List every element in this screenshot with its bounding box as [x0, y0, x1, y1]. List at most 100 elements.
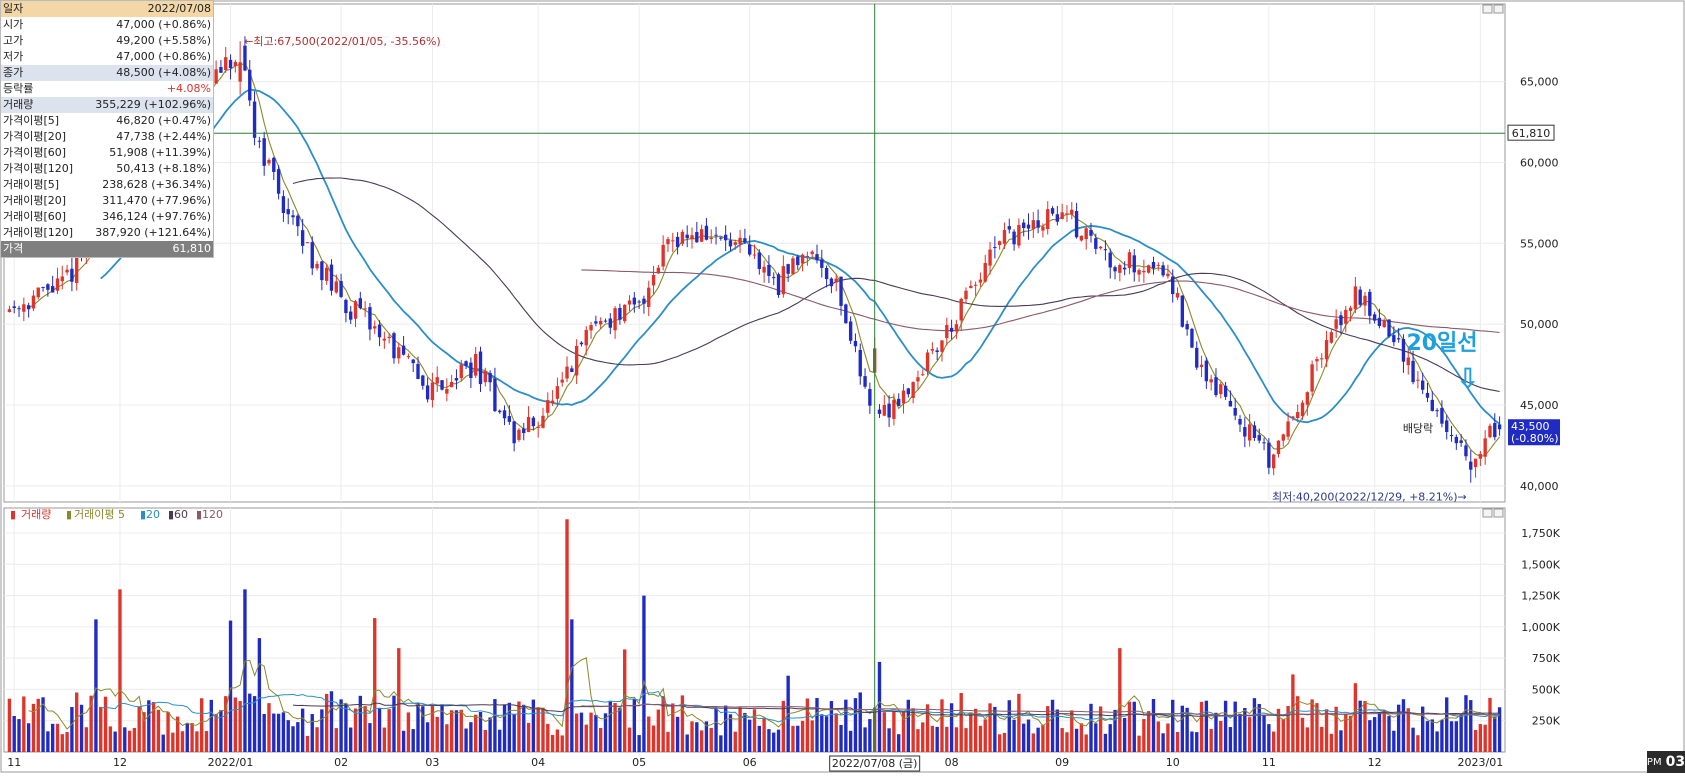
chart-svg[interactable]: 11 12 2022/01 02 03 04 05 06 08 09 10 11 12 2023/01 40…: [0, 0, 1685, 773]
candle-body: [291, 215, 295, 218]
volume-tick-label: 750K: [1532, 652, 1561, 665]
volume-bar: [1454, 721, 1459, 752]
volume-bar: [488, 717, 492, 752]
volume-bar: [892, 711, 896, 752]
volume-bar: [1142, 719, 1146, 752]
data-window-row: 가격이평[120] 50,413 (+8.18%): [1, 161, 213, 177]
candle-body: [474, 353, 478, 376]
data-window-row: 종가 48,500 (+4.08%): [1, 65, 213, 81]
volume-bar: [796, 725, 800, 752]
volume-bar: [123, 727, 127, 752]
volume-bar: [1041, 724, 1045, 752]
candle-body: [829, 278, 834, 287]
volume-bar: [22, 696, 26, 752]
volume-bar: [940, 699, 944, 752]
volume-bar: [204, 730, 209, 752]
volume-bar: [435, 716, 439, 752]
data-window-value: 48,500 (+4.08%): [116, 66, 211, 79]
candle-body: [1310, 364, 1314, 392]
pane-minimize-button: [1482, 508, 1493, 518]
candle-body: [1132, 255, 1136, 273]
data-window-value: +4.08%: [166, 82, 211, 95]
volume-bar: [911, 708, 915, 752]
volume-bar: [214, 713, 218, 752]
volume-bar: [1440, 719, 1444, 752]
volume-bar: [137, 706, 141, 752]
volume-bar: [1108, 724, 1112, 752]
candle-body: [305, 242, 310, 244]
volume-bar: [574, 713, 579, 752]
candle-body: [267, 159, 271, 164]
candle-body: [945, 325, 949, 339]
volume-bar: [305, 735, 310, 752]
data-window-label: 거래량: [3, 98, 34, 111]
candle-body: [296, 215, 300, 227]
candle-body: [60, 276, 64, 282]
volume-bar: [1348, 715, 1353, 752]
last-price-change: (-0.80%): [1511, 432, 1559, 445]
data-window-label: 저가: [3, 50, 24, 63]
candle-body: [70, 268, 74, 282]
candle-body: [844, 304, 848, 324]
candle-body: [1257, 435, 1261, 441]
candle-body: [1396, 338, 1401, 340]
stock-chart[interactable]: 11 12 2022/01 02 03 04 05 06 08 09 10 11 12 2023/01 40…: [0, 0, 1685, 773]
volume-bar: [1031, 733, 1035, 752]
volume-bar: [454, 710, 459, 752]
volume-bar: [930, 725, 935, 752]
x-tick-label: 11: [7, 756, 21, 769]
volume-bar: [1065, 732, 1069, 752]
candle-body: [1233, 407, 1237, 416]
volume-bar: [353, 708, 358, 752]
candle-body: [853, 340, 858, 347]
volume-bar: [60, 734, 64, 752]
data-window-label: 고가: [3, 34, 24, 47]
volume-bar: [1204, 700, 1209, 752]
volume-bar: [719, 735, 723, 752]
volume-bar: [1036, 727, 1040, 752]
price-tick-label: 65,000: [1520, 76, 1559, 89]
candle-body: [373, 326, 377, 329]
volume-bar: [1329, 733, 1334, 752]
candle-body: [339, 281, 343, 297]
volume-bar: [1228, 727, 1233, 752]
candle-body: [238, 62, 242, 82]
candle-body: [1156, 264, 1160, 266]
annotation-low: 최저:40,200(2022/12/29, +8.21%)→: [1272, 491, 1467, 504]
candle-body: [570, 368, 574, 372]
annotation-ma20-callout: 20일선: [1406, 331, 1477, 356]
candle-body: [608, 318, 612, 328]
volume-bar: [1416, 735, 1420, 752]
candle-body: [959, 298, 963, 321]
candle-body: [536, 426, 540, 428]
candle-body: [1022, 222, 1026, 228]
volume-bar: [714, 708, 718, 752]
volume-bar: [805, 698, 810, 752]
candle-body: [65, 269, 69, 273]
volume-bar: [723, 705, 728, 752]
candle-body: [243, 45, 247, 71]
crosshair-price-label: 61,810: [1512, 127, 1551, 140]
candle-body: [618, 307, 622, 320]
volume-bar: [921, 722, 925, 752]
candle-body: [887, 403, 891, 418]
volume-bar: [1257, 703, 1261, 752]
candle-body: [546, 400, 550, 413]
candle-body: [1324, 340, 1329, 360]
candle-body: [1113, 267, 1117, 272]
volume-bar: [598, 728, 603, 752]
volume-bar: [762, 717, 766, 752]
price-tick-label: 60,000: [1520, 156, 1559, 169]
volume-bar: [1262, 715, 1266, 752]
candle-body: [214, 69, 218, 84]
volume-bar: [1247, 717, 1252, 752]
volume-bar: [776, 729, 781, 752]
candle-body: [613, 308, 617, 331]
volume-bar: [161, 734, 165, 752]
volume-bar: [728, 714, 733, 752]
candle-body: [964, 290, 968, 300]
volume-bar: [94, 619, 98, 752]
volume-bar: [1156, 721, 1160, 752]
candle-body: [1358, 289, 1362, 305]
volume-bar: [1430, 719, 1434, 752]
